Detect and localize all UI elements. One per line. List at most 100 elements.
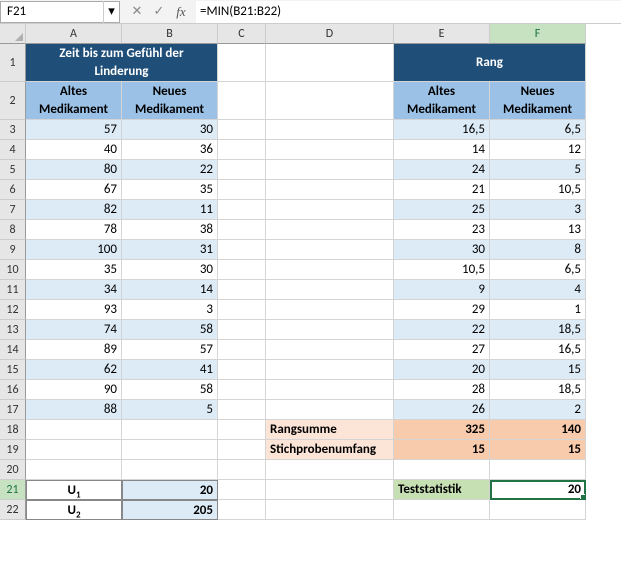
select-all-corner[interactable] (0, 24, 26, 44)
cell-C10[interactable] (218, 260, 266, 280)
cell-D5[interactable] (266, 160, 394, 180)
cell-F5[interactable]: 5 (490, 160, 586, 180)
cell-B12[interactable]: 3 (122, 300, 218, 320)
cell-F22[interactable] (490, 500, 586, 520)
cell-D2[interactable] (266, 82, 394, 120)
row-header-20[interactable]: 20 (0, 460, 26, 480)
cell-F3[interactable]: 6,5 (490, 120, 586, 140)
cell-D21[interactable] (266, 480, 394, 500)
row-header-14[interactable]: 14 (0, 340, 26, 360)
cell-B13[interactable]: 58 (122, 320, 218, 340)
fx-icon[interactable]: fx (172, 3, 190, 21)
cell-A19[interactable] (26, 440, 122, 460)
cell-E14[interactable]: 27 (394, 340, 490, 360)
row-header-18[interactable]: 18 (0, 420, 26, 440)
cell-C20[interactable] (218, 460, 266, 480)
cell-B6[interactable]: 35 (122, 180, 218, 200)
cell-F10[interactable]: 6,5 (490, 260, 586, 280)
cell-B18[interactable] (122, 420, 218, 440)
cell-B15[interactable]: 41 (122, 360, 218, 380)
name-box-dropdown[interactable]: ▾ (103, 1, 119, 23)
cell-A3[interactable]: 57 (26, 120, 122, 140)
cell-D6[interactable] (266, 180, 394, 200)
rangsumme-f[interactable]: 140 (490, 420, 586, 440)
col-header-B[interactable]: B (122, 24, 218, 44)
cell-C9[interactable] (218, 240, 266, 260)
cell-E4[interactable]: 14 (394, 140, 490, 160)
row-header-8[interactable]: 8 (0, 220, 26, 240)
cell-C15[interactable] (218, 360, 266, 380)
row-header-22[interactable]: 22 (0, 500, 26, 520)
cell-C4[interactable] (218, 140, 266, 160)
confirm-icon[interactable]: ✓ (150, 3, 168, 21)
cell-B19[interactable] (122, 440, 218, 460)
cell-D1[interactable] (266, 44, 394, 82)
cell-E22[interactable] (394, 500, 490, 520)
row-header-7[interactable]: 7 (0, 200, 26, 220)
cell-C18[interactable] (218, 420, 266, 440)
cell-E15[interactable]: 20 (394, 360, 490, 380)
cell-E10[interactable]: 10,5 (394, 260, 490, 280)
cell-E13[interactable]: 22 (394, 320, 490, 340)
cell-A20[interactable] (26, 460, 122, 480)
cell-B10[interactable]: 30 (122, 260, 218, 280)
cell-F17[interactable]: 2 (490, 400, 586, 420)
row-header-2[interactable]: 2 (0, 82, 26, 120)
cell-D8[interactable] (266, 220, 394, 240)
cell-A15[interactable]: 62 (26, 360, 122, 380)
cell-E16[interactable]: 28 (394, 380, 490, 400)
cell-C8[interactable] (218, 220, 266, 240)
cell-A4[interactable]: 40 (26, 140, 122, 160)
cell-C11[interactable] (218, 280, 266, 300)
cell-B17[interactable]: 5 (122, 400, 218, 420)
cell-F15[interactable]: 15 (490, 360, 586, 380)
cancel-icon[interactable]: ✕ (128, 3, 146, 21)
name-box[interactable]: F21 ▾ (0, 1, 120, 23)
cell-E3[interactable]: 16,5 (394, 120, 490, 140)
cell-D9[interactable] (266, 240, 394, 260)
cell-D15[interactable] (266, 360, 394, 380)
cell-D17[interactable] (266, 400, 394, 420)
cell-F7[interactable]: 3 (490, 200, 586, 220)
cell-A6[interactable]: 67 (26, 180, 122, 200)
cell-B4[interactable]: 36 (122, 140, 218, 160)
cell-B14[interactable]: 57 (122, 340, 218, 360)
cell-D22[interactable] (266, 500, 394, 520)
cell-A5[interactable]: 80 (26, 160, 122, 180)
cell-C3[interactable] (218, 120, 266, 140)
col-header-A[interactable]: A (26, 24, 122, 44)
row-header-6[interactable]: 6 (0, 180, 26, 200)
row-header-21[interactable]: 21 (0, 480, 26, 500)
row-header-19[interactable]: 19 (0, 440, 26, 460)
cell-D10[interactable] (266, 260, 394, 280)
stich-e[interactable]: 15 (394, 440, 490, 460)
cell-D16[interactable] (266, 380, 394, 400)
cell-F8[interactable]: 13 (490, 220, 586, 240)
row-header-9[interactable]: 9 (0, 240, 26, 260)
cell-C16[interactable] (218, 380, 266, 400)
teststat-value[interactable]: 20 (490, 480, 586, 500)
row-header-13[interactable]: 13 (0, 320, 26, 340)
cell-B9[interactable]: 31 (122, 240, 218, 260)
cell-C2[interactable] (218, 82, 266, 120)
u1-label[interactable]: U1 (26, 480, 122, 500)
cell-C19[interactable] (218, 440, 266, 460)
cell-E9[interactable]: 30 (394, 240, 490, 260)
cell-A14[interactable]: 89 (26, 340, 122, 360)
cell-A10[interactable]: 35 (26, 260, 122, 280)
cell-B3[interactable]: 30 (122, 120, 218, 140)
cell-E12[interactable]: 29 (394, 300, 490, 320)
cell-B16[interactable]: 58 (122, 380, 218, 400)
cell-D12[interactable] (266, 300, 394, 320)
cell-D11[interactable] (266, 280, 394, 300)
cell-C22[interactable] (218, 500, 266, 520)
cell-A16[interactable]: 90 (26, 380, 122, 400)
cell-D7[interactable] (266, 200, 394, 220)
col-header-D[interactable]: D (266, 24, 394, 44)
cell-D13[interactable] (266, 320, 394, 340)
cell-D14[interactable] (266, 340, 394, 360)
cell-F12[interactable]: 1 (490, 300, 586, 320)
row-header-11[interactable]: 11 (0, 280, 26, 300)
row-header-17[interactable]: 17 (0, 400, 26, 420)
row-header-16[interactable]: 16 (0, 380, 26, 400)
